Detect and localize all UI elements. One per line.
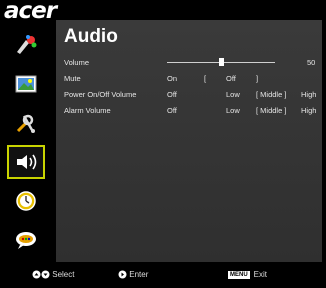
- timer-icon: [15, 191, 36, 211]
- audio-icon: [16, 154, 36, 170]
- alarm-volume-option-off[interactable]: Off: [167, 106, 177, 115]
- mute-bracket-open: [: [204, 74, 207, 83]
- language-icon: [15, 232, 36, 249]
- menu-key: MENU: [228, 270, 250, 279]
- alarm-volume-option-high[interactable]: High: [301, 106, 316, 115]
- mute-row[interactable]: Mute On [ Off ]: [64, 74, 314, 84]
- tools-icon: [16, 114, 35, 133]
- sidebar-item-image[interactable]: [7, 67, 45, 101]
- select-hint: Select: [32, 270, 74, 279]
- volume-row[interactable]: Volume 50: [64, 58, 316, 68]
- volume-value: 50: [307, 58, 316, 67]
- power-volume-option-middle[interactable]: [ Middle ]: [256, 90, 286, 99]
- image-icon: [15, 75, 36, 93]
- power-volume-option-low[interactable]: Low: [226, 90, 240, 99]
- up-down-arrows-icon: [32, 270, 50, 279]
- mute-option-on[interactable]: On: [167, 74, 177, 83]
- acer-logo: acer: [4, 0, 57, 24]
- exit-hint: MENU Exit: [228, 270, 267, 279]
- sidebar-item-color[interactable]: [7, 28, 45, 62]
- volume-slider-knob[interactable]: [219, 58, 224, 66]
- alarm-volume-row[interactable]: Alarm Volume Off Low [ Middle ] High: [64, 106, 316, 116]
- mute-bracket-close: ]: [256, 74, 259, 83]
- select-label: Select: [52, 270, 75, 279]
- power-volume-option-high[interactable]: High: [301, 90, 316, 99]
- alarm-volume-option-low[interactable]: Low: [226, 106, 240, 115]
- power-volume-option-off[interactable]: Off: [167, 90, 177, 99]
- exit-label: Exit: [253, 270, 268, 279]
- sidebar-item-settings[interactable]: [7, 106, 45, 140]
- sidebar-item-timer[interactable]: [7, 184, 45, 218]
- right-arrow-icon: [118, 270, 127, 279]
- mute-label: Mute: [64, 74, 81, 83]
- power-volume-row[interactable]: Power On/Off Volume Off Low [ Middle ] H…: [64, 90, 316, 100]
- volume-label: Volume: [64, 58, 90, 67]
- sidebar-item-language[interactable]: [7, 223, 45, 257]
- power-volume-label: Power On/Off Volume: [64, 90, 137, 99]
- osd-sidebar: [3, 28, 48, 262]
- sidebar-item-audio[interactable]: [6, 145, 45, 179]
- enter-hint: Enter: [118, 270, 148, 279]
- audio-panel: Audio Volume 50 Mute On [ Off ] Power On…: [56, 20, 322, 262]
- alarm-volume-option-middle[interactable]: [ Middle ]: [256, 106, 286, 115]
- osd-footer: Select Enter MENU Exit: [0, 264, 326, 288]
- page-title: Audio: [64, 26, 118, 47]
- mute-option-off[interactable]: Off: [226, 74, 236, 83]
- enter-label: Enter: [129, 270, 149, 279]
- color-settings-icon: [16, 35, 36, 54]
- alarm-volume-label: Alarm Volume: [64, 106, 111, 115]
